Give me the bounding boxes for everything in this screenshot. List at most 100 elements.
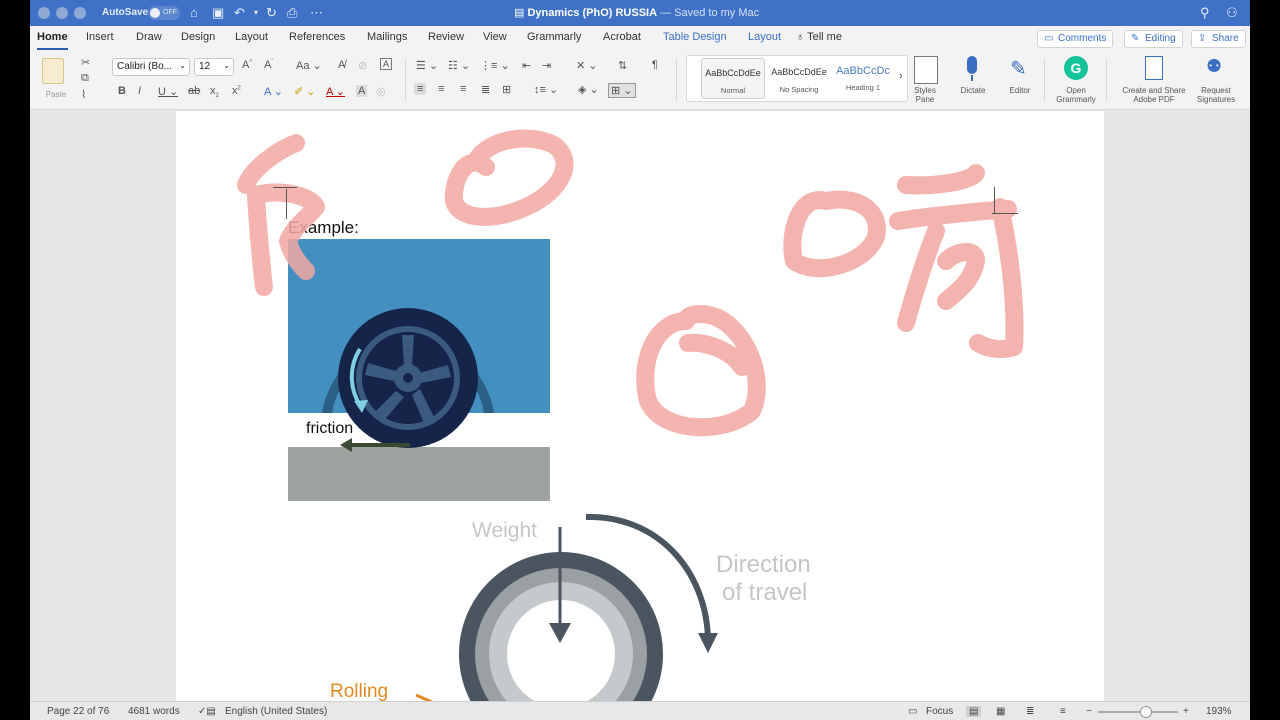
more-commands-icon[interactable]: ⋯ (310, 5, 323, 21)
style-heading-1[interactable]: AaBbCcDc Heading 1 (831, 58, 895, 99)
style-normal[interactable]: AaBbCcDdEe Normal (701, 58, 765, 99)
text-effects-a-icon[interactable]: A ⌄ (264, 85, 283, 98)
minimize-window-button[interactable] (56, 7, 68, 19)
editor-button[interactable]: ✎ Editor (1002, 56, 1038, 106)
paragraph-shading-icon[interactable]: ◈ ⌄ (578, 83, 599, 96)
align-right-icon[interactable]: ≡ (460, 83, 466, 95)
tab-layout[interactable]: Layout (235, 31, 268, 43)
share-people-icon[interactable]: ⚇ (1226, 5, 1238, 21)
text-effects-icon[interactable]: ⊘ (358, 59, 367, 72)
highlight-icon[interactable]: ✐ ⌄ (294, 85, 316, 98)
change-case-icon[interactable]: Aa ⌄ (296, 59, 322, 72)
undo-dropdown-icon[interactable]: ▾ (254, 8, 258, 17)
proofing-icon[interactable]: ✓▤ (198, 706, 216, 717)
tab-review[interactable]: Review (428, 31, 464, 43)
print-layout-icon[interactable]: ▤ (966, 706, 982, 717)
zoom-level[interactable]: 193% (1206, 706, 1232, 717)
open-grammarly-button[interactable]: G Open Grammarly (1050, 56, 1102, 108)
clear-formatting-icon[interactable]: A̸ (338, 59, 345, 71)
tab-acrobat[interactable]: Acrobat (603, 31, 641, 43)
tab-insert[interactable]: Insert (86, 31, 114, 43)
word-count[interactable]: 4681 words (128, 706, 180, 717)
styles-pane-button[interactable]: Styles Pane (910, 56, 950, 106)
document-area[interactable]: Example: friction Weight Direction of tr… (30, 111, 1250, 711)
increase-indent-icon[interactable]: ⇥ (542, 59, 551, 72)
focus-label[interactable]: Focus (926, 706, 953, 717)
cut-icon[interactable]: ✂ (81, 56, 90, 69)
close-window-button[interactable] (38, 7, 50, 19)
save-icon[interactable]: ▣ (212, 5, 224, 21)
comments-label: Comments (1058, 33, 1107, 44)
multilevel-list-icon[interactable]: ⋮≡ ⌄ (480, 59, 510, 72)
zoom-out-icon[interactable]: − (1086, 706, 1092, 717)
font-size-select[interactable]: 12 ⌄ (194, 58, 234, 76)
bold-icon[interactable]: B (118, 85, 126, 97)
line-spacing-icon[interactable]: ↕≡ ⌄ (534, 83, 558, 96)
word-window: AutoSave OFF ⌂ ▣ ↶ ▾ ↻ ⎙ ⋯ ▤ Dynamics (P… (30, 0, 1250, 720)
underline-icon[interactable]: U ⌄ (158, 85, 178, 98)
styles-next-icon[interactable]: › (899, 70, 903, 82)
styles-pane-icon (914, 56, 938, 84)
tab-grammarly[interactable]: Grammarly (527, 31, 581, 43)
focus-icon[interactable]: ▭ (908, 706, 917, 717)
asian-layout-icon[interactable]: ✕ ⌄ (576, 59, 598, 72)
style-no-spacing[interactable]: AaBbCcDdEe No Spacing (767, 58, 831, 99)
character-border-icon[interactable]: A (380, 58, 393, 70)
redo-icon[interactable]: ↻ (266, 5, 277, 21)
create-share-pdf-button[interactable]: Create and Share Adobe PDF (1112, 56, 1196, 108)
shrink-font-icon[interactable]: Aˇ (264, 59, 273, 71)
tab-table-layout[interactable]: Layout (748, 31, 781, 43)
language-label[interactable]: English (United States) (225, 706, 327, 717)
font-color-icon[interactable]: A ⌄ (326, 85, 345, 98)
draft-icon[interactable]: ≡ (1060, 706, 1066, 717)
zoom-slider-thumb[interactable] (1140, 706, 1152, 718)
zoom-in-icon[interactable]: + (1183, 706, 1189, 717)
dictate-button[interactable]: Dictate (955, 56, 991, 106)
tab-draw[interactable]: Draw (136, 31, 162, 43)
shading-icon[interactable]: A (356, 85, 368, 97)
tell-me-search[interactable]: ♁ Tell me (796, 31, 842, 43)
editing-button[interactable]: ✎ Editing (1124, 30, 1183, 48)
autosave-toggle[interactable]: OFF (148, 6, 180, 20)
web-layout-icon[interactable]: ▦ (996, 706, 1005, 717)
tab-design[interactable]: Design (181, 31, 215, 43)
outline-icon[interactable]: ≣ (1026, 706, 1034, 717)
comments-button[interactable]: ▭ Comments (1037, 30, 1114, 48)
superscript-icon[interactable]: x2 (232, 85, 241, 97)
align-left-icon[interactable]: ≡ (414, 83, 427, 95)
decrease-indent-icon[interactable]: ⇤ (522, 59, 531, 72)
tab-references[interactable]: References (289, 31, 345, 43)
sort-icon[interactable]: ⇅ (618, 59, 627, 72)
italic-icon[interactable]: I (138, 85, 141, 97)
tab-view[interactable]: View (483, 31, 507, 43)
copy-icon[interactable]: ⧉ (81, 72, 89, 85)
paste-button[interactable]: Paste (40, 58, 70, 99)
format-painter-icon[interactable]: ⌇ (81, 88, 86, 101)
zoom-window-button[interactable] (74, 7, 86, 19)
print-icon[interactable]: ⎙ (287, 5, 297, 21)
tab-table-design[interactable]: Table Design (663, 31, 727, 43)
distributed-icon[interactable]: ⊞ (502, 83, 511, 96)
search-icon[interactable]: ⚲ (1200, 5, 1210, 21)
create-share-pdf-label: Create and Share Adobe PDF (1122, 86, 1186, 104)
strikethrough-icon[interactable]: ab (188, 85, 200, 97)
tab-mailings[interactable]: Mailings (367, 31, 407, 43)
bullets-icon[interactable]: ☰ ⌄ (416, 59, 438, 72)
page-count[interactable]: Page 22 of 76 (47, 706, 109, 717)
share-button[interactable]: ⇪ Share (1191, 30, 1246, 48)
undo-icon[interactable]: ↶ (234, 5, 245, 21)
numbering-icon[interactable]: ☷ ⌄ (448, 59, 470, 72)
request-signatures-button[interactable]: ⚉ Request Signatures (1190, 56, 1242, 108)
home-icon[interactable]: ⌂ (190, 5, 198, 20)
tab-home[interactable]: Home (37, 31, 68, 50)
justify-icon[interactable]: ≣ (481, 83, 490, 96)
borders-icon[interactable]: ⊞ ⌄ (608, 83, 636, 98)
document-page[interactable]: Example: friction Weight Direction of tr… (176, 111, 1104, 711)
subscript-icon[interactable]: x2 (210, 85, 219, 99)
enclose-icon[interactable]: ◎ (376, 85, 386, 98)
grow-font-icon[interactable]: A^ (242, 59, 252, 71)
align-center-icon[interactable]: ≡ (438, 83, 444, 95)
zoom-slider-track[interactable] (1098, 711, 1178, 713)
show-marks-icon[interactable]: ¶ (652, 59, 658, 71)
font-name-select[interactable]: Calibri (Bo... ⌄ (112, 58, 190, 76)
